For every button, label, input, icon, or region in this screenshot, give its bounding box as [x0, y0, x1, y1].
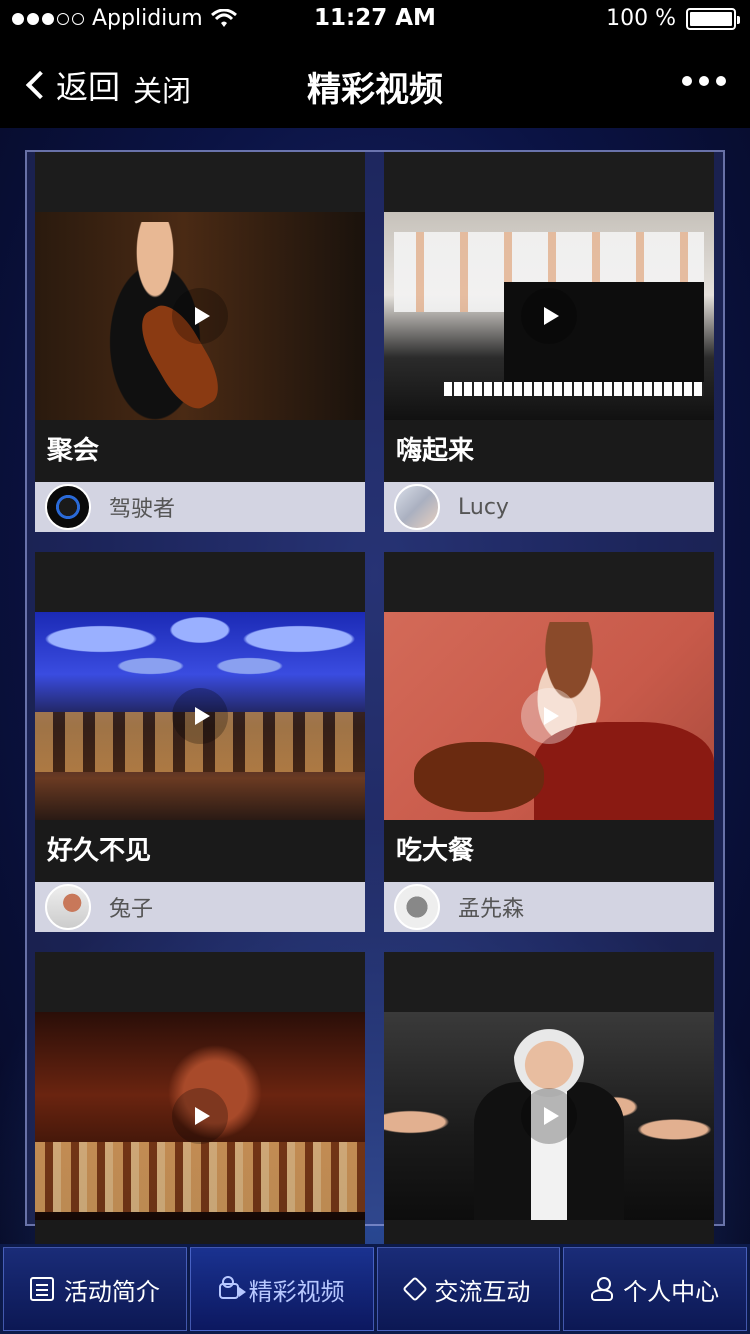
- video-author[interactable]: 兔子: [35, 882, 365, 932]
- video-list-area[interactable]: 聚会 驾驶者 嗨起来 Lucy 好久不见 兔子 吃大餐 孟先森: [0, 128, 750, 1244]
- back-button[interactable]: 返回: [22, 62, 120, 108]
- more-options-button[interactable]: [682, 76, 726, 86]
- video-card[interactable]: 好久不见 兔子: [35, 552, 365, 932]
- video-title: 聚会: [35, 420, 365, 482]
- tab-featured-videos[interactable]: 精彩视频: [189, 1247, 374, 1331]
- video-thumbnail[interactable]: [35, 612, 365, 820]
- navigation-bar: 返回 关闭 精彩视频: [0, 40, 750, 128]
- video-card[interactable]: 嗨起来 Lucy: [384, 152, 714, 532]
- video-card[interactable]: [35, 952, 365, 1244]
- video-title: 嗨起来: [384, 420, 714, 482]
- play-icon[interactable]: [172, 288, 228, 344]
- video-title: 好久不见: [35, 820, 365, 882]
- card-header: [35, 152, 365, 212]
- handshake-icon: [402, 1276, 429, 1302]
- back-label: 返回: [56, 68, 121, 106]
- card-header: [384, 552, 714, 612]
- video-camera-icon: [218, 1276, 246, 1299]
- video-author[interactable]: 驾驶者: [35, 482, 365, 532]
- tab-interaction[interactable]: 交流互动: [376, 1247, 561, 1331]
- video-grid: 聚会 驾驶者 嗨起来 Lucy 好久不见 兔子 吃大餐 孟先森: [25, 150, 725, 1244]
- list-icon: [29, 1277, 54, 1301]
- video-title: 吃大餐: [384, 820, 714, 882]
- video-thumbnail[interactable]: [35, 212, 365, 420]
- battery-icon: [686, 7, 740, 30]
- video-card[interactable]: [384, 952, 714, 1244]
- avatar: [45, 484, 91, 530]
- play-icon[interactable]: [172, 688, 228, 744]
- play-icon[interactable]: [521, 1088, 577, 1144]
- tab-label: 交流互动: [434, 1277, 531, 1306]
- play-icon[interactable]: [172, 1088, 228, 1144]
- video-card[interactable]: 聚会 驾驶者: [35, 152, 365, 532]
- avatar: [45, 884, 91, 930]
- tab-label: 个人中心: [623, 1277, 720, 1306]
- battery-fill: [690, 11, 732, 26]
- author-name: 驾驶者: [109, 497, 176, 522]
- tab-label: 精彩视频: [248, 1277, 345, 1306]
- video-card[interactable]: 吃大餐 孟先森: [384, 552, 714, 932]
- video-thumbnail[interactable]: [384, 612, 714, 820]
- author-name: Lucy: [458, 494, 509, 520]
- tab-personal-center[interactable]: 个人中心: [563, 1247, 747, 1331]
- avatar: [394, 884, 440, 930]
- author-name: 孟先森: [458, 897, 525, 922]
- video-thumbnail[interactable]: [384, 212, 714, 420]
- video-thumbnail[interactable]: [35, 1012, 365, 1220]
- author-name: 兔子: [109, 897, 154, 922]
- card-header: [35, 552, 365, 612]
- avatar: [394, 484, 440, 530]
- tab-label: 活动简介: [63, 1277, 160, 1306]
- more-dot: [699, 76, 709, 86]
- bottom-tab-bar: 活动简介 精彩视频 交流互动 个人中心: [0, 1244, 750, 1334]
- more-dot: [716, 76, 726, 86]
- user-icon: [591, 1277, 614, 1301]
- status-bar: Applidium 11:27 AM 100 %: [0, 0, 750, 40]
- chevron-left-icon: [25, 70, 55, 100]
- video-author[interactable]: 孟先森: [384, 882, 714, 932]
- video-author[interactable]: Lucy: [384, 482, 714, 532]
- card-header: [35, 952, 365, 1012]
- play-icon[interactable]: [521, 688, 577, 744]
- video-thumbnail[interactable]: [384, 1012, 714, 1220]
- tab-activity-intro[interactable]: 活动简介: [3, 1247, 187, 1331]
- play-icon[interactable]: [521, 288, 577, 344]
- battery-percentage: 100 %: [606, 6, 676, 31]
- more-dot: [682, 76, 692, 86]
- card-header: [384, 952, 714, 1012]
- close-button[interactable]: 关闭: [133, 68, 191, 110]
- card-header: [384, 152, 714, 212]
